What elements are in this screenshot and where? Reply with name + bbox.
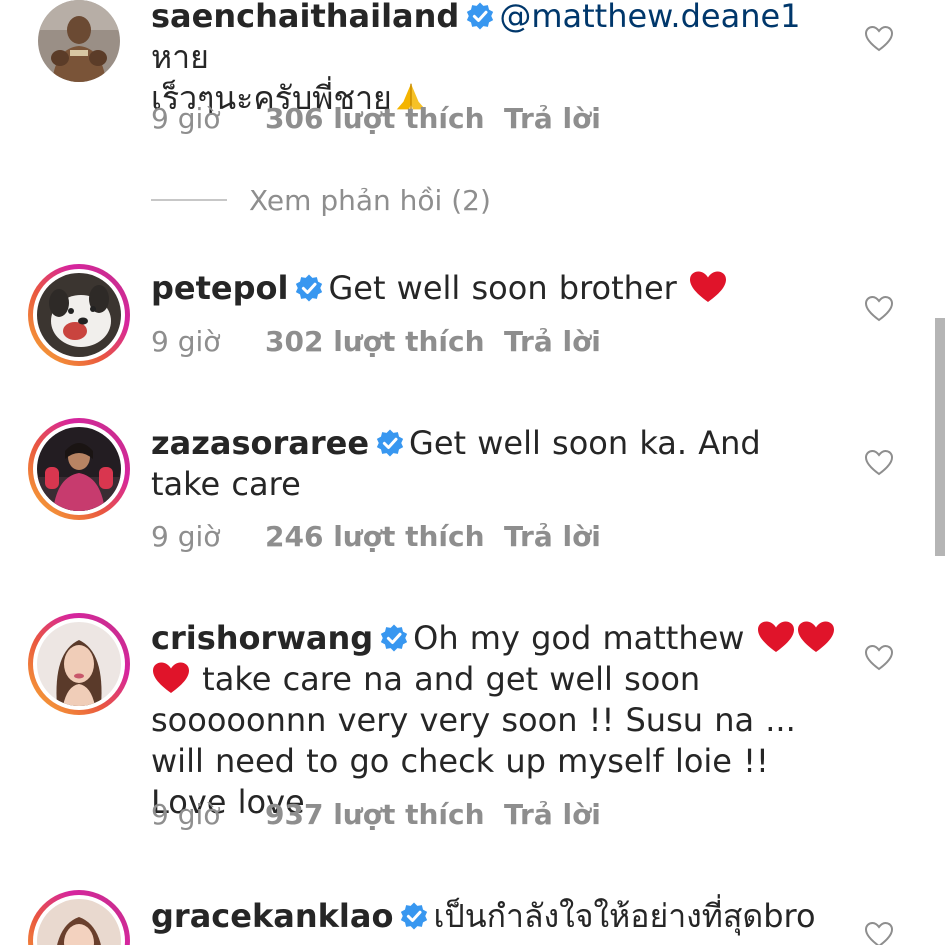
red-heart-emoji <box>689 271 726 302</box>
mention-link[interactable]: @matthew.deane1 <box>499 0 800 35</box>
comment-text: Oh my god matthew <box>413 619 745 657</box>
verified-badge-icon <box>467 2 494 30</box>
heart-outline-icon[interactable] <box>864 449 894 477</box>
view-replies-label: Xem phản hồi (2) <box>249 184 491 217</box>
comment-text-continued: take care na and get well soon sooooonnn… <box>151 660 796 821</box>
avatar[interactable] <box>28 264 130 366</box>
like-count[interactable]: 937 lượt thích <box>265 798 504 831</box>
avatar[interactable] <box>28 418 130 520</box>
username[interactable]: zazasoraree <box>151 424 369 462</box>
verified-badge-icon <box>376 429 404 457</box>
reply-button[interactable]: Trả lời <box>504 520 601 553</box>
comment-time: 9 giờ <box>151 798 221 831</box>
heart-outline-icon[interactable] <box>864 25 894 53</box>
comment-meta: 9 giờ 302 lượt thích Trả lời <box>151 325 601 358</box>
red-heart-emoji <box>153 662 189 693</box>
scrollbar[interactable] <box>935 318 945 556</box>
comment-text: หาย <box>151 38 209 76</box>
red-heart-emoji <box>757 621 794 652</box>
comment-text: เป็นกำลังใจให้อย่างที่สุดbro <box>433 897 816 935</box>
username[interactable]: gracekanklao <box>151 897 393 935</box>
avatar[interactable] <box>28 613 130 715</box>
divider-line <box>151 199 227 201</box>
reply-button[interactable]: Trả lời <box>504 798 601 831</box>
reply-button[interactable]: Trả lời <box>504 102 601 135</box>
red-heart-emoji <box>797 621 834 652</box>
username[interactable]: crishorwang <box>151 619 373 657</box>
comment-time: 9 giờ <box>151 102 221 135</box>
comment-text: Get well soon brother <box>328 269 677 307</box>
comment-time: 9 giờ <box>151 520 221 553</box>
view-replies-button[interactable]: Xem phản hồi (2) <box>151 184 491 217</box>
comment-meta: 9 giờ 937 lượt thích Trả lời <box>151 798 601 831</box>
comment-meta: 9 giờ 306 lượt thích Trả lời <box>151 102 601 135</box>
username[interactable]: saenchaithailand <box>151 0 459 35</box>
heart-outline-icon[interactable] <box>864 644 894 672</box>
like-count[interactable]: 246 lượt thích <box>265 520 504 553</box>
like-count[interactable]: 302 lượt thích <box>265 325 504 358</box>
reply-button[interactable]: Trả lời <box>504 325 601 358</box>
heart-outline-icon[interactable] <box>864 921 894 945</box>
comment-time: 9 giờ <box>151 325 221 358</box>
verified-badge-icon <box>381 624 408 652</box>
avatar[interactable] <box>28 890 130 945</box>
comment-meta: 9 giờ 246 lượt thích Trả lời <box>151 520 601 553</box>
username[interactable]: petepol <box>151 269 288 307</box>
like-count[interactable]: 306 lượt thích <box>265 102 504 135</box>
verified-badge-icon <box>296 274 323 302</box>
verified-badge-icon <box>401 902 428 930</box>
heart-outline-icon[interactable] <box>864 295 894 323</box>
avatar[interactable] <box>38 0 120 82</box>
